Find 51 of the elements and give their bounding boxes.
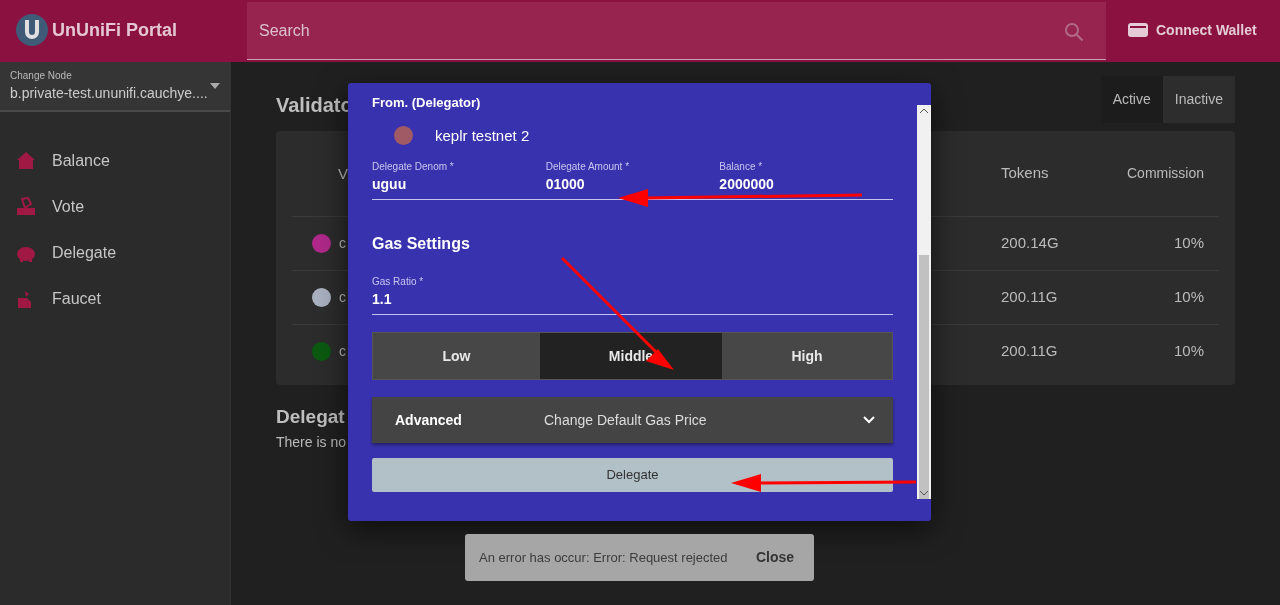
app-title: UnUniFi Portal [52,18,177,42]
column-header: Commission [1126,164,1205,183]
search-field[interactable]: Search [247,2,1106,60]
node-selector[interactable]: Change Node b.private-test.ununifi.cauchye.... [0,62,230,112]
sidebar-item[interactable]: Vote [0,184,230,230]
input-field[interactable]: Gas Ratio * 1.1 [372,274,893,315]
dropdown-caret-icon [210,83,220,89]
house-icon [16,151,36,171]
gas-option-button[interactable]: Middle [540,333,722,379]
table-cell-text: 10% [1172,233,1205,254]
section-title: Delegat [276,406,345,427]
snackbar-message: An error has occur: Error: Request rejected [479,548,728,567]
empty-message: There is no [276,432,348,452]
close-button[interactable]: Close [749,546,800,569]
panel-title: Advanced [395,410,463,430]
column-header: V [338,164,348,182]
panel-subtitle: Change Default Gas Price [544,410,708,430]
connect-wallet-button[interactable]: Connect Wallet [1122,0,1263,60]
filter-toggle[interactable]: Inactive [1162,76,1235,123]
sidebar-item[interactable]: Balance [0,138,230,184]
table-cell-text: 200.11G [1001,287,1059,308]
input-field[interactable]: Delegate Amount * 01000 [545,159,720,195]
validator-name: c [339,342,346,361]
gas-option-button[interactable]: Low [373,333,540,379]
search-icon [1064,22,1084,42]
delegate-button[interactable]: Delegate [372,458,893,492]
wallet-icon [1128,22,1148,38]
gas-option-button[interactable]: High [722,333,892,379]
ballot-box-icon [16,197,36,217]
validator-name: c [339,288,346,307]
table-cell-text: 10% [1172,287,1205,308]
field-label: From. (Delegator) [372,94,482,112]
advanced-panel-header[interactable]: Advanced Change Default Gas Price [372,397,893,443]
section-title: Gas Settings [372,234,471,254]
table-cell-text: 200.11G [1001,341,1059,362]
filter-toggle[interactable]: Active [1100,76,1163,123]
table-cell-text: 10% [1172,341,1205,362]
sidebar-item[interactable]: Faucet [0,276,230,322]
table-cell-text: 200.14G [1001,233,1060,254]
field-label: Change Node [10,69,73,83]
logo-icon [16,14,48,46]
field-value: b.private-test.ununifi.cauchye.... [10,84,209,103]
scrollbar[interactable] [917,105,931,499]
input-field[interactable]: Balance * 2000000 [719,159,893,195]
validator-name: c [339,234,346,253]
scroll-down-icon [920,491,928,496]
column-header: Tokens [1001,163,1050,184]
account-name: keplr testnet 2 [435,125,530,146]
sidebar-item[interactable]: Delegate [0,230,230,276]
input-field[interactable]: Delegate Denom * uguu [372,159,546,195]
scroll-up-icon [920,108,928,113]
